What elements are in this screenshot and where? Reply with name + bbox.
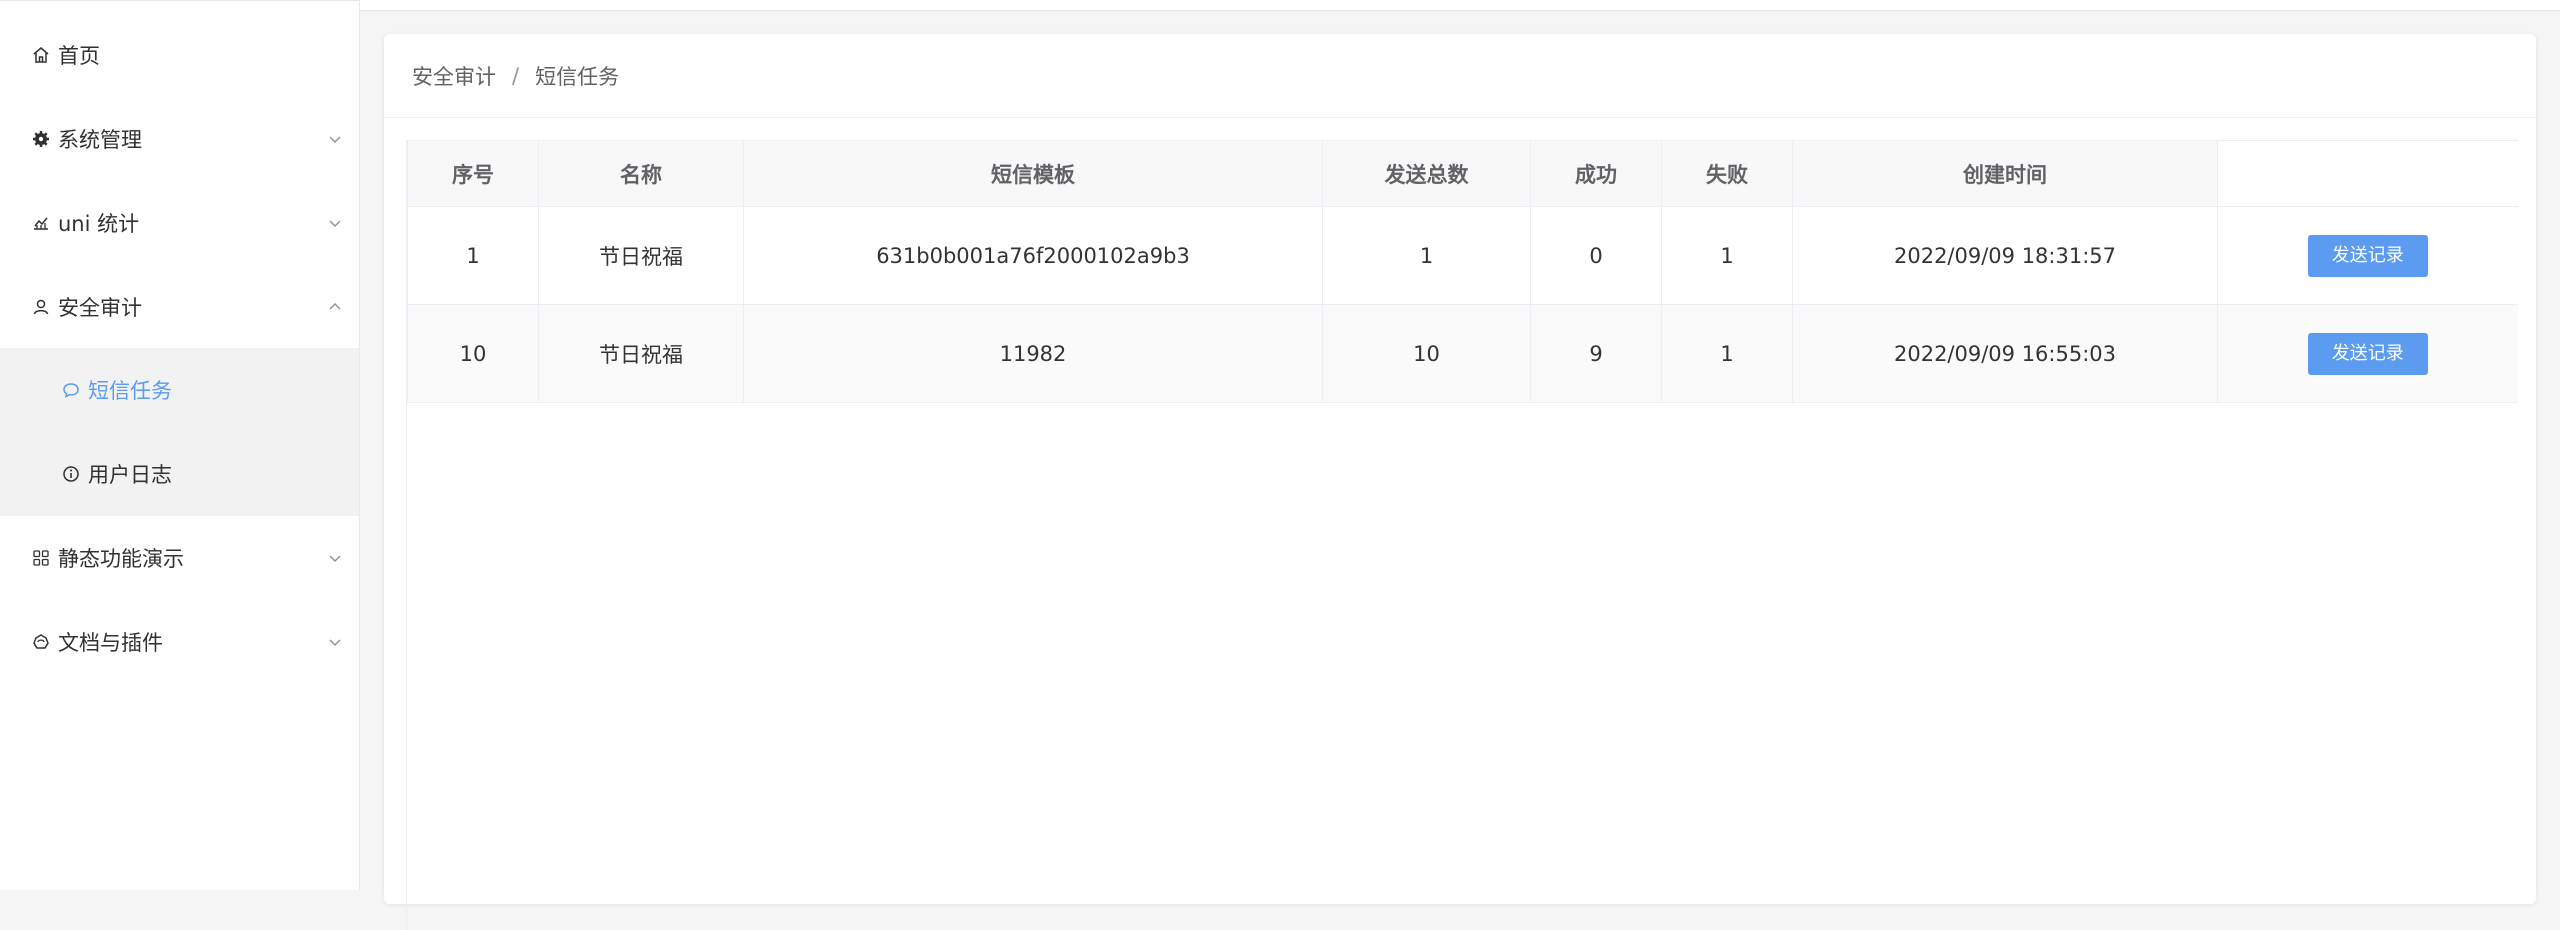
cell-actions: 发送记录 <box>2217 206 2518 305</box>
cell-success: 0 <box>1530 206 1662 305</box>
column-header-total: 发送总数 <box>1322 140 1531 207</box>
sidebar: 首页 系统管理 uni 统计 安全审计 短信任务 用户日志 静态功能演示 文档与… <box>0 0 360 890</box>
chevron-down-icon <box>329 220 341 228</box>
home-icon <box>30 44 52 66</box>
cell-total: 1 <box>1322 206 1531 305</box>
sidebar-item-system-management[interactable]: 系统管理 <box>0 97 359 181</box>
plugin-icon <box>30 631 52 653</box>
breadcrumb-parent[interactable]: 安全审计 <box>412 61 496 91</box>
sidebar-item-home[interactable]: 首页 <box>0 13 359 97</box>
column-header-success: 成功 <box>1530 140 1662 207</box>
breadcrumb: 安全审计 / 短信任务 <box>384 34 2536 118</box>
gear-icon <box>30 128 52 150</box>
cell-name: 节日祝福 <box>538 206 744 305</box>
info-icon <box>60 463 82 485</box>
breadcrumb-separator: / <box>512 63 520 88</box>
top-strip <box>0 0 2560 11</box>
column-header-fail: 失败 <box>1661 140 1793 207</box>
sms-task-table: 序号 名称 短信模板 发送总数 成功 失败 创建时间 1 节日祝福 631b0b… <box>406 140 2518 930</box>
table-header-row: 序号 名称 短信模板 发送总数 成功 失败 创建时间 <box>407 140 2518 207</box>
chevron-down-icon <box>329 639 341 647</box>
sidebar-item-label: 首页 <box>58 44 100 68</box>
sidebar-item-label: 系统管理 <box>58 128 142 152</box>
sidebar-item-static-demo[interactable]: 静态功能演示 <box>0 516 359 600</box>
cell-name: 节日祝福 <box>538 304 744 403</box>
chevron-up-icon <box>329 302 341 310</box>
cell-actions: 发送记录 <box>2217 304 2518 403</box>
column-header-template: 短信模板 <box>743 140 1323 207</box>
sidebar-item-label: 安全审计 <box>58 296 142 320</box>
message-icon <box>60 379 82 401</box>
content-card: 安全审计 / 短信任务 序号 名称 短信模板 发送总数 成功 失败 创建时间 1… <box>384 34 2536 930</box>
cell-fail: 1 <box>1661 206 1793 305</box>
breadcrumb-current: 短信任务 <box>535 64 620 89</box>
column-header-created: 创建时间 <box>1792 140 2218 207</box>
cell-template: 11982 <box>743 304 1323 403</box>
table-row: 1 节日祝福 631b0b001a76f2000102a9b3 1 0 1 20… <box>407 206 2518 305</box>
cell-template: 631b0b001a76f2000102a9b3 <box>743 206 1323 305</box>
grid-icon <box>30 547 52 569</box>
sidebar-item-security-audit[interactable]: 安全审计 <box>0 265 359 349</box>
column-header-name: 名称 <box>538 140 744 207</box>
chevron-down-icon <box>329 555 341 563</box>
sidebar-subitem-user-logs[interactable]: 用户日志 <box>0 432 359 516</box>
send-records-button[interactable]: 发送记录 <box>2307 234 2428 277</box>
cell-fail: 1 <box>1661 304 1793 403</box>
column-header-index: 序号 <box>407 140 539 207</box>
chart-icon <box>30 212 52 234</box>
sidebar-item-label: 文档与插件 <box>58 631 163 655</box>
sidebar-item-uni-stats[interactable]: uni 统计 <box>0 181 359 265</box>
column-header-actions <box>2217 140 2518 207</box>
sidebar-subitem-label: 用户日志 <box>88 463 172 487</box>
cell-created: 2022/09/09 16:55:03 <box>1792 304 2218 403</box>
table-row: 10 节日祝福 11982 10 9 1 2022/09/09 16:55:03… <box>407 304 2518 403</box>
cell-index: 10 <box>407 304 539 403</box>
chevron-down-icon <box>329 136 341 144</box>
send-records-button[interactable]: 发送记录 <box>2307 332 2428 375</box>
sidebar-subitem-sms-tasks[interactable]: 短信任务 <box>0 348 359 432</box>
sidebar-item-label: uni 统计 <box>58 212 140 236</box>
sidebar-item-docs-plugins[interactable]: 文档与插件 <box>0 600 359 684</box>
cell-index: 1 <box>407 206 539 305</box>
sidebar-subitem-label: 短信任务 <box>88 379 172 403</box>
cell-success: 9 <box>1530 304 1662 403</box>
cell-created: 2022/09/09 18:31:57 <box>1792 206 2218 305</box>
cell-total: 10 <box>1322 304 1531 403</box>
sidebar-item-label: 静态功能演示 <box>58 547 184 571</box>
user-icon <box>30 296 52 318</box>
